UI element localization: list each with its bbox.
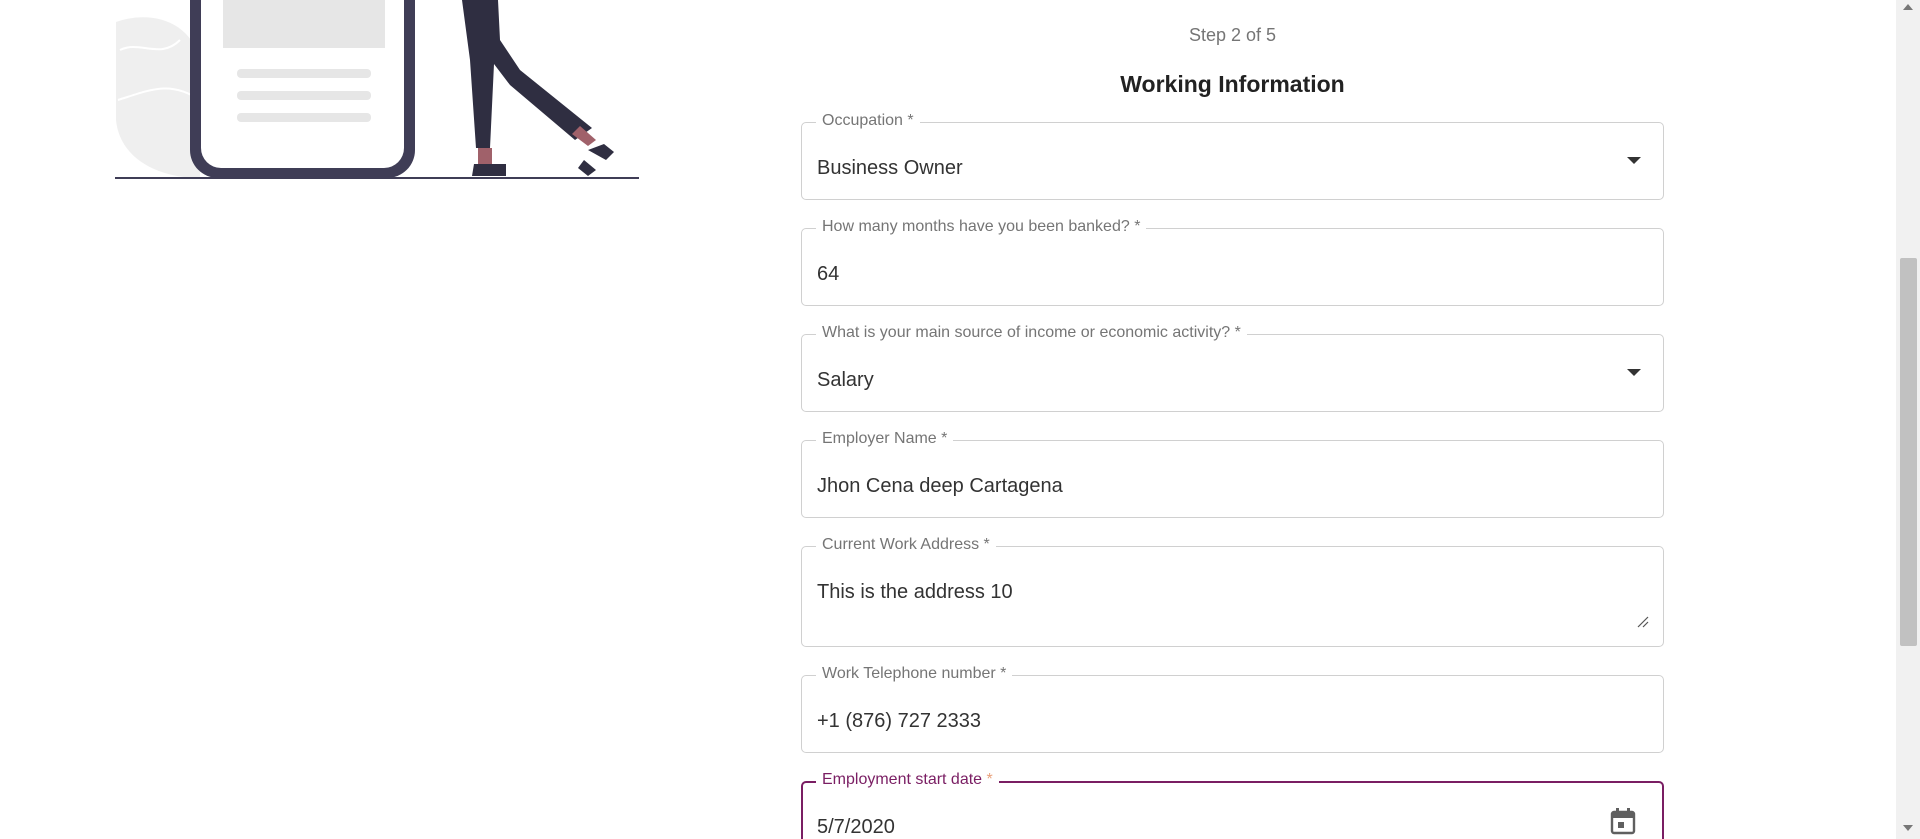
months-banked-label: How many months have you been banked? * <box>816 218 1147 236</box>
months-banked-value: 64 <box>817 263 840 285</box>
income-source-label: What is your main source of income or ec… <box>816 324 1247 342</box>
application-page: Step 2 of 5 Working Information Occupati… <box>0 0 1920 839</box>
section-title: Working Information <box>1120 71 1345 97</box>
months-banked-input[interactable]: How many months have you been banked? * … <box>801 218 1664 306</box>
occupation-value: Business Owner <box>817 157 963 179</box>
scroll-up-arrow-icon[interactable] <box>1903 4 1913 10</box>
work-phone-value: +1 (876) 727 2333 <box>817 710 982 732</box>
income-source-value: Salary <box>817 369 874 391</box>
employer-name-label: Employer Name * <box>816 430 954 448</box>
required-star: * <box>986 771 993 788</box>
work-address-value: This is the address 10 <box>817 581 1013 603</box>
scroll-down-arrow-icon[interactable] <box>1903 825 1913 831</box>
occupation-label: Occupation * <box>816 112 920 130</box>
resize-handle-icon[interactable] <box>1637 616 1649 628</box>
occupation-select[interactable]: Occupation * Business Owner <box>801 112 1664 200</box>
scrollbar-thumb[interactable] <box>1900 258 1917 646</box>
work-phone-label: Work Telephone number * <box>816 665 1013 683</box>
employer-name-input[interactable]: Employer Name * Jhon Cena deep Cartagena <box>801 430 1664 518</box>
chevron-down-icon[interactable] <box>1627 157 1641 164</box>
vertical-scrollbar[interactable] <box>1896 0 1920 839</box>
step-indicator: Step 2 of 5 <box>1188 25 1277 45</box>
income-source-select[interactable]: What is your main source of income or ec… <box>801 324 1664 412</box>
employment-start-date-label: Employment start date * <box>816 771 999 789</box>
employment-start-date-value: 5/7/2020 <box>817 816 895 838</box>
phone-person-illustration <box>115 0 639 179</box>
work-address-label: Current Work Address * <box>816 536 996 554</box>
calendar-icon[interactable] <box>1610 807 1636 835</box>
employer-name-value: Jhon Cena deep Cartagena <box>817 475 1063 497</box>
employment-start-date-input[interactable]: Employment start date * 5/7/2020 <box>801 771 1664 839</box>
work-address-textarea[interactable]: Current Work Address * This is the addre… <box>801 536 1664 647</box>
work-phone-input[interactable]: Work Telephone number * +1 (876) 727 233… <box>801 665 1664 753</box>
chevron-down-icon[interactable] <box>1627 369 1641 376</box>
